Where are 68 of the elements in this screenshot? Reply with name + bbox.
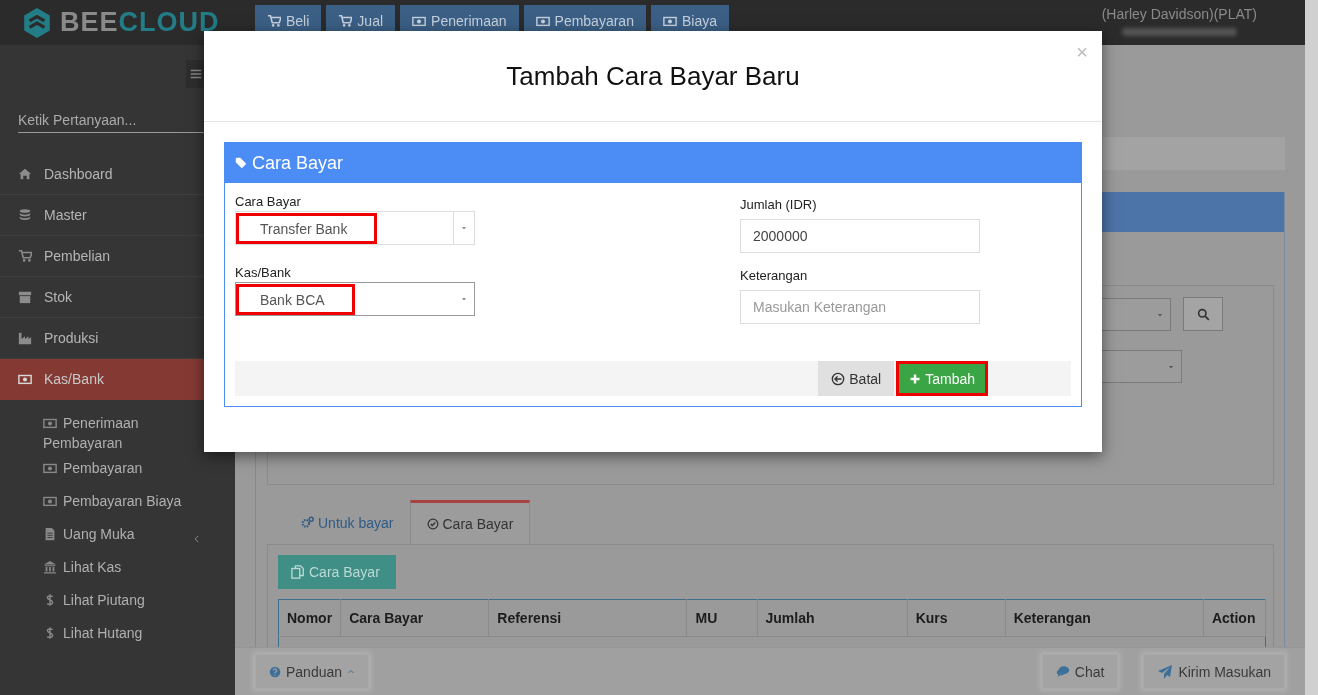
factory-icon [18, 331, 32, 345]
tab[interactable]: Cara Bayar [410, 500, 531, 544]
cart-icon [18, 249, 32, 263]
column-header: Keterangan [1005, 599, 1204, 637]
search-icon [1196, 307, 1210, 321]
search-button[interactable] [1183, 297, 1223, 331]
check-circle-icon [427, 517, 440, 530]
column-header: Jumlah [757, 599, 908, 637]
sidebar-subitem[interactable]: Uang Muka [0, 519, 235, 552]
logo-icon [22, 6, 52, 39]
select-field[interactable]: Transfer Bank [235, 211, 475, 245]
column-header: MU [686, 599, 757, 637]
banknote-icon [535, 14, 550, 28]
sidebar-subitem[interactable]: Pembayaran Biaya [0, 486, 235, 519]
input-field[interactable]: 2000000 [740, 219, 980, 253]
field-label: Kas/Bank [235, 265, 292, 280]
user-name: (Harley Davidson)(PLAT) [1101, 6, 1257, 22]
plus-icon [909, 372, 922, 385]
bank-icon [43, 560, 57, 574]
field-label: Jumlah (IDR) [740, 197, 818, 212]
banknote-icon [412, 14, 427, 28]
sidebar-subitem[interactable]: Lihat Kas [0, 552, 235, 585]
sidebar-subitem[interactable]: Lihat Piutang [0, 585, 235, 618]
help-icon [269, 665, 281, 678]
home-icon [18, 167, 32, 181]
tag-icon [235, 157, 247, 169]
chat-icon [1055, 664, 1070, 679]
menu-toggle-button[interactable] [186, 60, 206, 88]
caret-icon [460, 224, 468, 232]
banknote-icon [18, 372, 32, 386]
caret-icon [460, 295, 468, 303]
scrollbar[interactable] [1305, 0, 1318, 695]
cart-icon [338, 14, 353, 28]
copy-icon [291, 565, 305, 579]
sidebar-subitem[interactable]: Lihat Hutang [0, 618, 235, 651]
banknote-icon [43, 494, 57, 508]
modal-title: Tambah Cara Bayar Baru [506, 60, 800, 92]
footer-button[interactable]: Panduan [255, 654, 370, 689]
select-field[interactable]: Bank BCA [235, 282, 475, 316]
column-header: Cara Bayar [340, 599, 489, 637]
sidebar-subitem[interactable]: Penerimaan Pembayaran [0, 408, 235, 453]
add-button[interactable]: Tambah [896, 361, 988, 396]
footer-button[interactable]: Chat [1041, 654, 1119, 689]
field-label: Cara Bayar [235, 194, 302, 209]
panel-title: Cara Bayar [252, 152, 344, 174]
sidebar-subitem[interactable]: Pembayaran [0, 453, 235, 486]
logo-text: CLOUD [118, 7, 220, 38]
input-field[interactable]: Masukan Keterangan [740, 290, 980, 324]
field-label: Keterangan [740, 268, 809, 283]
banknote-icon [43, 416, 57, 430]
banknote-icon [662, 14, 677, 28]
column-header: Nomor [278, 599, 341, 637]
caret-up-icon [347, 667, 356, 676]
chevron-icon [192, 533, 202, 545]
column-header: Action [1203, 599, 1266, 637]
search-field[interactable]: Ketik Pertanyaan... [18, 110, 205, 133]
footer-button[interactable]: Kirim Masukan [1143, 654, 1285, 689]
column-header: Referensi [488, 599, 687, 637]
box-icon [18, 290, 32, 304]
document-icon [43, 527, 57, 541]
logo-text: BEE [60, 7, 119, 38]
cart-icon [267, 14, 281, 28]
cancel-button[interactable]: Batal [818, 361, 895, 396]
banknote-icon [43, 461, 57, 475]
database-icon [18, 208, 32, 222]
column-header: Kurs [907, 599, 1006, 637]
menu-icon [189, 67, 203, 81]
paper-plane-icon [1157, 663, 1174, 680]
